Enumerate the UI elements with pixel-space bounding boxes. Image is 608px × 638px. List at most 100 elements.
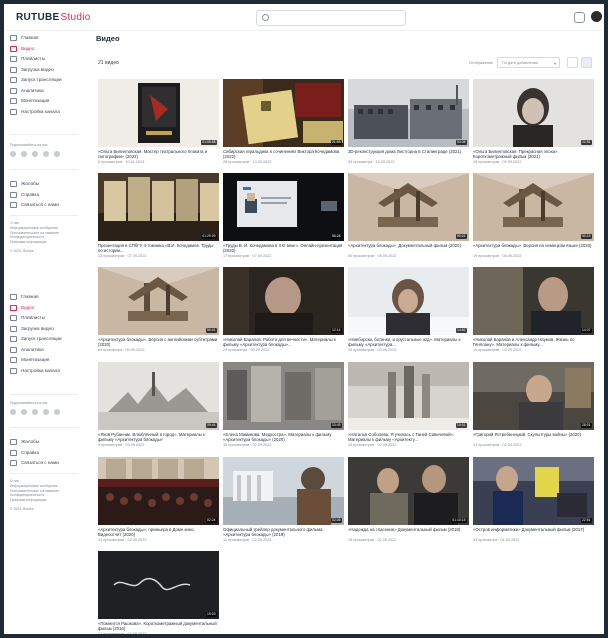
video-title[interactable]: Сибирская геральдика в сочинениях Виктор… bbox=[223, 149, 344, 160]
video-title[interactable]: «Архитектура блокады». Версия на немецко… bbox=[473, 243, 594, 254]
help-item-2[interactable]: Связаться с нами bbox=[10, 460, 59, 466]
video-thumbnail[interactable]: 09:44 bbox=[98, 362, 219, 430]
video-title[interactable]: «Ольга Билинтовская. Прекрасная эпоха». … bbox=[473, 149, 594, 160]
video-card[interactable]: 10:01 «Наталья Соболева. Я училась с Тане… bbox=[348, 362, 469, 452]
video-card[interactable]: 01:29:09 Презентация в СПбГУ 4-томника «В… bbox=[98, 173, 219, 263]
video-thumbnail[interactable]: 50:01 bbox=[348, 173, 469, 241]
video-title[interactable]: «Николай Баранов и Александр Наумов. Жиз… bbox=[473, 337, 594, 348]
sidebar-item-2[interactable]: Плейлисты bbox=[10, 315, 45, 321]
video-title[interactable]: «Архитектура блокады». Версия с английск… bbox=[98, 337, 219, 348]
video-card[interactable]: 02:26 Официальный трейлер документального… bbox=[223, 457, 344, 547]
sidebar-item-0[interactable]: Главная bbox=[10, 35, 38, 41]
legal-link[interactable]: Правовая информация bbox=[10, 498, 47, 502]
video-title[interactable]: «Наталья Соболева. Я училась с Таней Сав… bbox=[348, 432, 469, 443]
video-thumbnail[interactable]: 01:29:09 bbox=[98, 173, 219, 241]
video-card[interactable]: 22:51 «Ольга Билинтовская. Прекрасная эпо… bbox=[473, 79, 594, 169]
video-card[interactable]: 19:03 «Помнится Рашкова». Короткометражны… bbox=[98, 551, 219, 634]
ok-icon[interactable] bbox=[32, 151, 38, 157]
video-card[interactable]: 01:05:58 «Ольга Билинтовская. Мастер теат… bbox=[98, 79, 219, 169]
list-view-button[interactable] bbox=[581, 57, 592, 68]
video-card[interactable]: 12:14 «Николай Баранов. Работа для вечнос… bbox=[223, 267, 344, 357]
video-thumbnail[interactable]: 28:01 bbox=[473, 362, 594, 430]
ok-icon[interactable] bbox=[32, 409, 38, 415]
sidebar-item-4[interactable]: Запуск трансляции bbox=[10, 336, 62, 342]
help-item-1[interactable]: Справка bbox=[10, 191, 39, 198]
video-thumbnail[interactable]: 02:24 bbox=[98, 457, 219, 525]
telegram-icon[interactable] bbox=[21, 409, 27, 415]
legal-link[interactable]: Информационные сообщения bbox=[10, 226, 58, 230]
telegram-icon[interactable] bbox=[21, 151, 27, 157]
video-thumbnail[interactable]: 10:01 bbox=[348, 362, 469, 430]
video-card[interactable]: 14:07 «Николай Баранов и Александр Наумов… bbox=[473, 267, 594, 357]
video-title[interactable]: «Остров информатики» Документальный филь… bbox=[473, 527, 594, 538]
video-title[interactable]: «Григорий Ястребенецкий. Скульптуры войн… bbox=[473, 432, 594, 443]
video-card[interactable]: 01:10:15 «Надежда на спасение» Документал… bbox=[348, 457, 469, 547]
video-title[interactable]: Официальный трейлер документального филь… bbox=[223, 527, 344, 538]
video-title[interactable]: «Николай Баранов. Работа для вечности». … bbox=[223, 337, 344, 348]
video-thumbnail[interactable]: 19:03 bbox=[98, 551, 219, 619]
sidebar-item-7[interactable]: Настройка канала bbox=[10, 108, 60, 115]
sidebar-item-3[interactable]: Загрузка видео bbox=[10, 66, 54, 73]
sidebar-item-6[interactable]: Монетизация bbox=[10, 98, 49, 104]
sidebar-item-4[interactable]: Запуск трансляции bbox=[10, 77, 62, 83]
vk-icon[interactable] bbox=[10, 151, 16, 157]
legal-link[interactable]: Пользовательское соглашение bbox=[10, 231, 59, 235]
video-thumbnail[interactable]: 12:14 bbox=[223, 267, 344, 335]
video-title[interactable]: «Помнится Рашкова». Короткометражный док… bbox=[98, 621, 219, 632]
sidebar-item-2[interactable]: Плейлисты bbox=[10, 56, 45, 62]
legal-link[interactable]: Информационные сообщения bbox=[10, 484, 58, 488]
sidebar-item-3[interactable]: Загрузка видео bbox=[10, 325, 54, 332]
sidebar-item-0[interactable]: Главная bbox=[10, 294, 38, 300]
dzen-icon[interactable] bbox=[43, 151, 49, 157]
video-thumbnail[interactable]: 10:49 bbox=[223, 362, 344, 430]
help-item-1[interactable]: Справка bbox=[10, 449, 39, 456]
video-thumbnail[interactable]: 03:08 bbox=[348, 79, 469, 147]
video-title[interactable]: «Яков Рубанчик. Влюблённый в город». Мат… bbox=[98, 432, 219, 443]
avatar[interactable] bbox=[591, 11, 602, 22]
sidebar-item-5[interactable]: Аналитика bbox=[10, 346, 44, 353]
legal-link[interactable]: О нас bbox=[10, 221, 19, 225]
video-title[interactable]: «Архитектура блокады». Документальный фи… bbox=[348, 243, 469, 254]
video-thumbnail[interactable]: 01:05:58 bbox=[98, 79, 219, 147]
video-thumbnail[interactable]: 22:51 bbox=[473, 457, 594, 525]
video-card[interactable]: 50:01 «Архитектура блокады». Документальн… bbox=[348, 173, 469, 263]
video-thumbnail[interactable]: 22:51 bbox=[473, 79, 594, 147]
legal-link[interactable]: О нас bbox=[10, 479, 19, 483]
video-card[interactable]: 22:51 «Остров информатики» Документальный… bbox=[473, 457, 594, 547]
video-card[interactable]: 50:15 «Архитектура блокады». Версия на не… bbox=[473, 173, 594, 263]
video-card[interactable]: 28:01 «Григорий Ястребенецкий. Скульптуры… bbox=[473, 362, 594, 452]
upload-button[interactable] bbox=[574, 12, 585, 23]
help-item-0[interactable]: Жалобы bbox=[10, 439, 39, 445]
legal-link[interactable]: Пользовательское соглашение bbox=[10, 489, 59, 493]
video-card[interactable]: 03:08 3D-реконструкция дома Листгорна в С… bbox=[348, 79, 469, 169]
help-item-0[interactable]: Жалобы bbox=[10, 181, 39, 187]
video-title[interactable]: «Ниеборски, ботинки, и хрустальные ж/д».… bbox=[348, 337, 469, 348]
dzen-icon[interactable] bbox=[43, 409, 49, 415]
video-card[interactable]: 10:49 «Елена Мамикова. Медкостра». Матери… bbox=[223, 362, 344, 452]
video-thumbnail[interactable]: 56:28 bbox=[223, 173, 344, 241]
video-card[interactable]: 21:53 Сибирская геральдика в сочинениях В… bbox=[223, 79, 344, 169]
video-thumbnail[interactable]: 50:15 bbox=[473, 173, 594, 241]
video-title[interactable]: 3D-реконструкция дома Листгорна в Сталин… bbox=[348, 149, 469, 160]
video-thumbnail[interactable]: 01:10:15 bbox=[348, 457, 469, 525]
sort-select[interactable]: По дате добавления ▾ bbox=[497, 57, 560, 68]
sidebar-item-1[interactable]: Видео bbox=[10, 45, 34, 52]
sidebar-item-1[interactable]: Видео bbox=[10, 304, 34, 311]
video-card[interactable]: 02:24 «Архитектура блокады»: премьера в Д… bbox=[98, 457, 219, 547]
video-thumbnail[interactable]: 50:01 bbox=[98, 267, 219, 335]
video-card[interactable]: 50:01 «Архитектура блокады». Версия с анг… bbox=[98, 267, 219, 357]
video-thumbnail[interactable]: 14:52 bbox=[348, 267, 469, 335]
sidebar-item-5[interactable]: Аналитика bbox=[10, 87, 44, 94]
help-item-2[interactable]: Связаться с нами bbox=[10, 202, 59, 208]
video-title[interactable]: «Архитектура блокады»: премьера в Доме к… bbox=[98, 527, 219, 538]
video-title[interactable]: «Елена Мамикова. Медкостра». Материалы к… bbox=[223, 432, 344, 443]
rutube-studio-logo[interactable]: RUTUBEStudio bbox=[16, 12, 91, 23]
video-title[interactable]: «Труды В. И. Кочедамова в XXI веке». Онл… bbox=[223, 243, 344, 254]
video-thumbnail[interactable]: 14:07 bbox=[473, 267, 594, 335]
video-thumbnail[interactable]: 21:53 bbox=[223, 79, 344, 147]
sidebar-item-6[interactable]: Монетизация bbox=[10, 357, 49, 363]
video-title[interactable]: «Ольга Билинтовская. Мастер театрального… bbox=[98, 149, 219, 160]
search-input[interactable] bbox=[256, 10, 406, 26]
grid-view-button[interactable] bbox=[567, 57, 578, 68]
legal-link[interactable]: Конфиденциальность bbox=[10, 493, 44, 497]
